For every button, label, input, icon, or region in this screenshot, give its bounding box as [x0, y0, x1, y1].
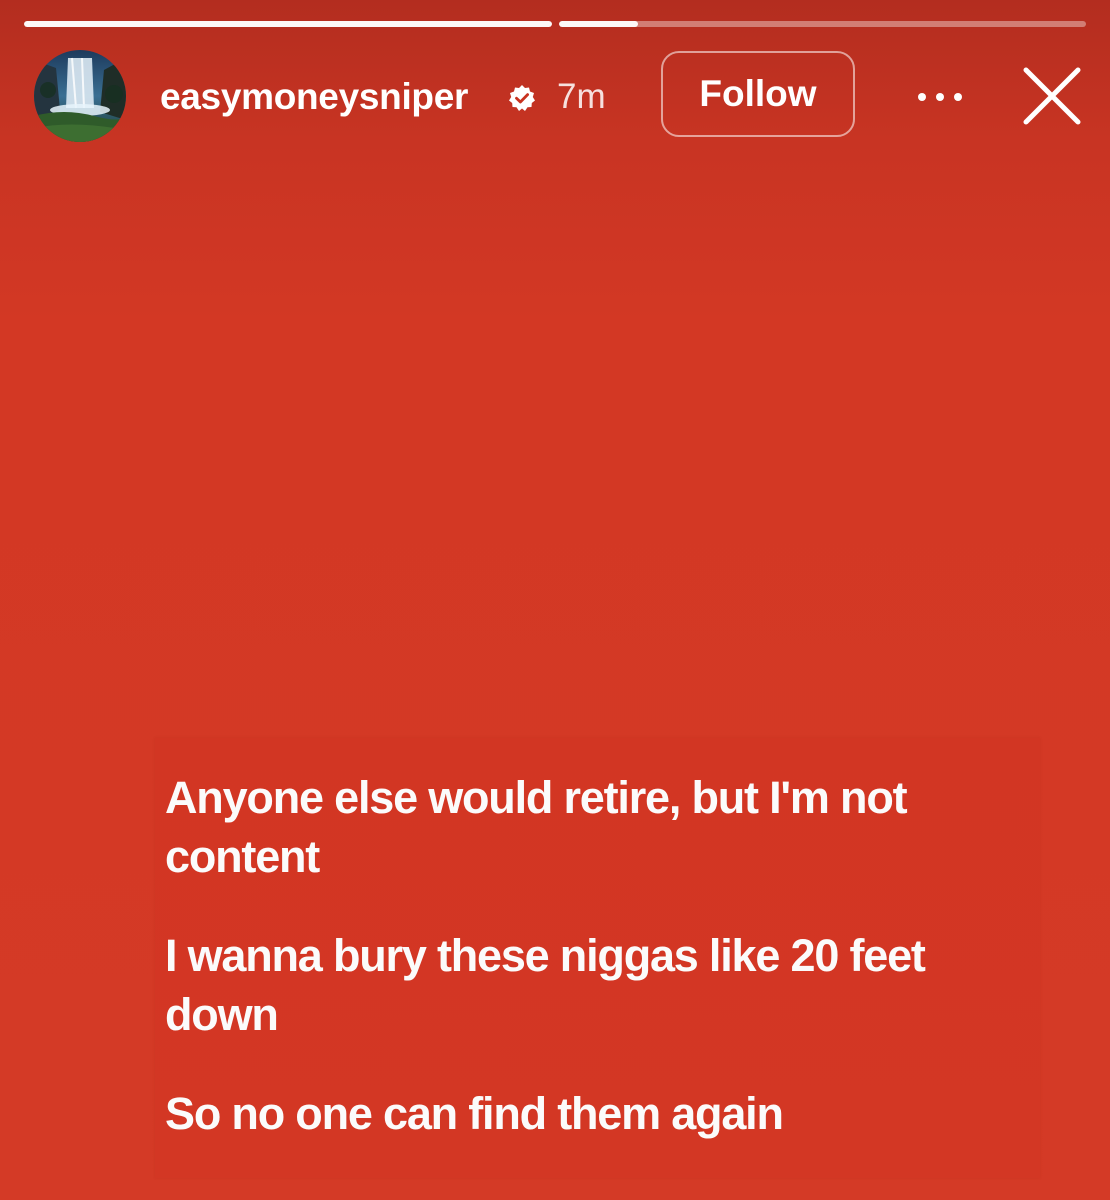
username[interactable]: easymoneysniper	[160, 76, 468, 118]
waterfall-avatar-icon	[34, 50, 126, 142]
story-header: easymoneysniper 7m Follow	[34, 50, 1086, 142]
story-progress-segment	[24, 21, 552, 27]
follow-button[interactable]: Follow	[661, 51, 855, 137]
ellipsis-icon[interactable]	[912, 72, 968, 122]
story-progress-bar	[24, 21, 1086, 27]
lyrics-card: Anyone else would retire, but I'm not co…	[155, 738, 1040, 1178]
lyric-line: I wanna bury these niggas like 20 feet d…	[165, 930, 926, 1040]
avatar[interactable]	[34, 50, 126, 142]
close-icon[interactable]	[1022, 66, 1082, 126]
lyric-line: Anyone else would retire, but I'm not co…	[165, 772, 908, 882]
lyric-line: So no one can find them again	[165, 1088, 784, 1139]
story-progress-fill	[24, 21, 552, 27]
post-time: 7m	[557, 77, 606, 116]
story-progress-segment	[558, 21, 1086, 27]
story-progress-fill	[558, 21, 638, 27]
verified-badge-icon	[508, 84, 536, 112]
